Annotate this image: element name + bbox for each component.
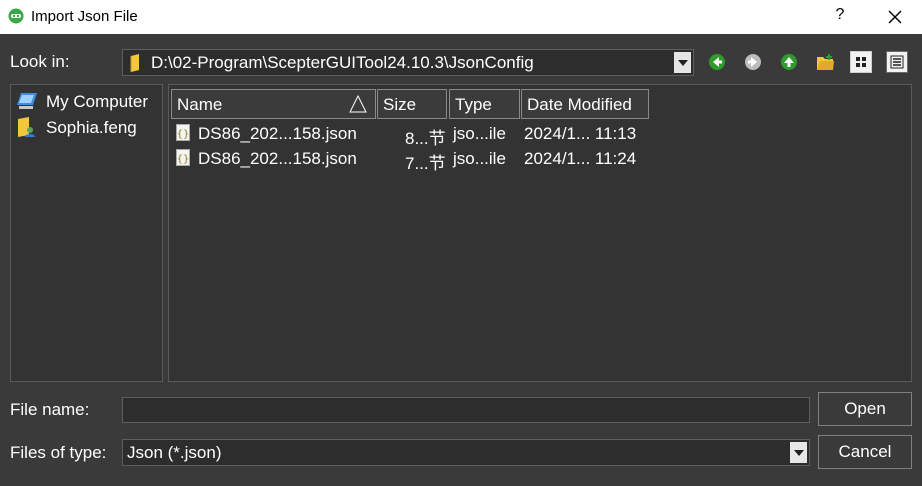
file-name-label: File name: bbox=[10, 400, 90, 419]
close-button[interactable] bbox=[882, 6, 908, 28]
cancel-button[interactable]: Cancel bbox=[818, 435, 912, 469]
back-button[interactable] bbox=[706, 51, 728, 73]
file-size: 8...节 bbox=[405, 129, 446, 148]
close-icon bbox=[888, 10, 902, 24]
open-button[interactable]: Open bbox=[818, 392, 912, 426]
file-date: 2024/1... 11:24 bbox=[524, 149, 637, 168]
sidebar-item-label: Sophia.feng bbox=[46, 118, 137, 137]
file-name-input[interactable] bbox=[122, 397, 810, 423]
look-in-label: Look in: bbox=[10, 52, 70, 71]
column-header-name[interactable]: Name bbox=[171, 89, 376, 119]
user-folder-icon bbox=[18, 117, 35, 137]
svg-text:{}: {} bbox=[177, 154, 190, 165]
app-icon bbox=[8, 8, 24, 24]
sort-ascending-icon bbox=[349, 94, 367, 113]
table-row[interactable]: {} DS86_202...158.json 7...节 jso...ile 2… bbox=[173, 147, 653, 173]
file-name: DS86_202...158.json bbox=[198, 124, 357, 143]
list-view-button[interactable] bbox=[850, 51, 872, 73]
window-title: Import Json File bbox=[31, 8, 138, 25]
json-file-icon: {} bbox=[176, 149, 190, 166]
detail-view-button[interactable] bbox=[886, 51, 908, 73]
look-in-path: D:\02-Program\ScepterGUITool24.10.3\Json… bbox=[151, 53, 534, 72]
column-header-date-modified[interactable]: Date Modified bbox=[521, 89, 649, 119]
list-view-icon bbox=[856, 57, 866, 67]
new-folder-button[interactable] bbox=[814, 51, 836, 73]
file-name: DS86_202...158.json bbox=[198, 149, 357, 168]
title-bar: Import Json File ? bbox=[0, 0, 922, 34]
file-list: Name Size Type Date Modified {} DS86_202… bbox=[168, 84, 912, 382]
svg-text:{}: {} bbox=[177, 129, 190, 140]
detail-view-icon bbox=[890, 55, 904, 69]
computer-icon bbox=[17, 93, 37, 109]
column-header-size[interactable]: Size bbox=[377, 89, 447, 119]
table-row[interactable]: {} DS86_202...158.json 8...节 jso...ile 2… bbox=[173, 122, 653, 148]
files-of-type-combo[interactable]: Json (*.json) bbox=[122, 439, 810, 466]
sidebar-item-label: My Computer bbox=[46, 92, 149, 111]
forward-icon bbox=[745, 54, 761, 70]
back-icon bbox=[709, 54, 725, 70]
file-size: 7...节 bbox=[405, 154, 446, 173]
up-icon bbox=[781, 54, 797, 70]
json-file-icon: {} bbox=[176, 124, 190, 141]
chevron-down-icon[interactable] bbox=[790, 442, 807, 463]
folder-icon bbox=[130, 54, 139, 72]
new-folder-icon bbox=[817, 54, 834, 70]
file-type: jso...ile bbox=[453, 124, 506, 143]
files-of-type-value: Json (*.json) bbox=[127, 443, 222, 462]
chevron-down-icon[interactable] bbox=[674, 52, 691, 73]
file-type: jso...ile bbox=[453, 149, 506, 168]
up-button[interactable] bbox=[778, 51, 800, 73]
file-date: 2024/1... 11:13 bbox=[524, 124, 637, 143]
sidebar: My Computer Sophia.feng bbox=[10, 84, 163, 382]
files-of-type-label: Files of type: bbox=[10, 443, 107, 462]
look-in-combo[interactable]: D:\02-Program\ScepterGUITool24.10.3\Json… bbox=[122, 49, 694, 76]
help-button[interactable]: ? bbox=[832, 6, 848, 28]
column-header-type[interactable]: Type bbox=[449, 89, 520, 119]
forward-button[interactable] bbox=[742, 51, 764, 73]
